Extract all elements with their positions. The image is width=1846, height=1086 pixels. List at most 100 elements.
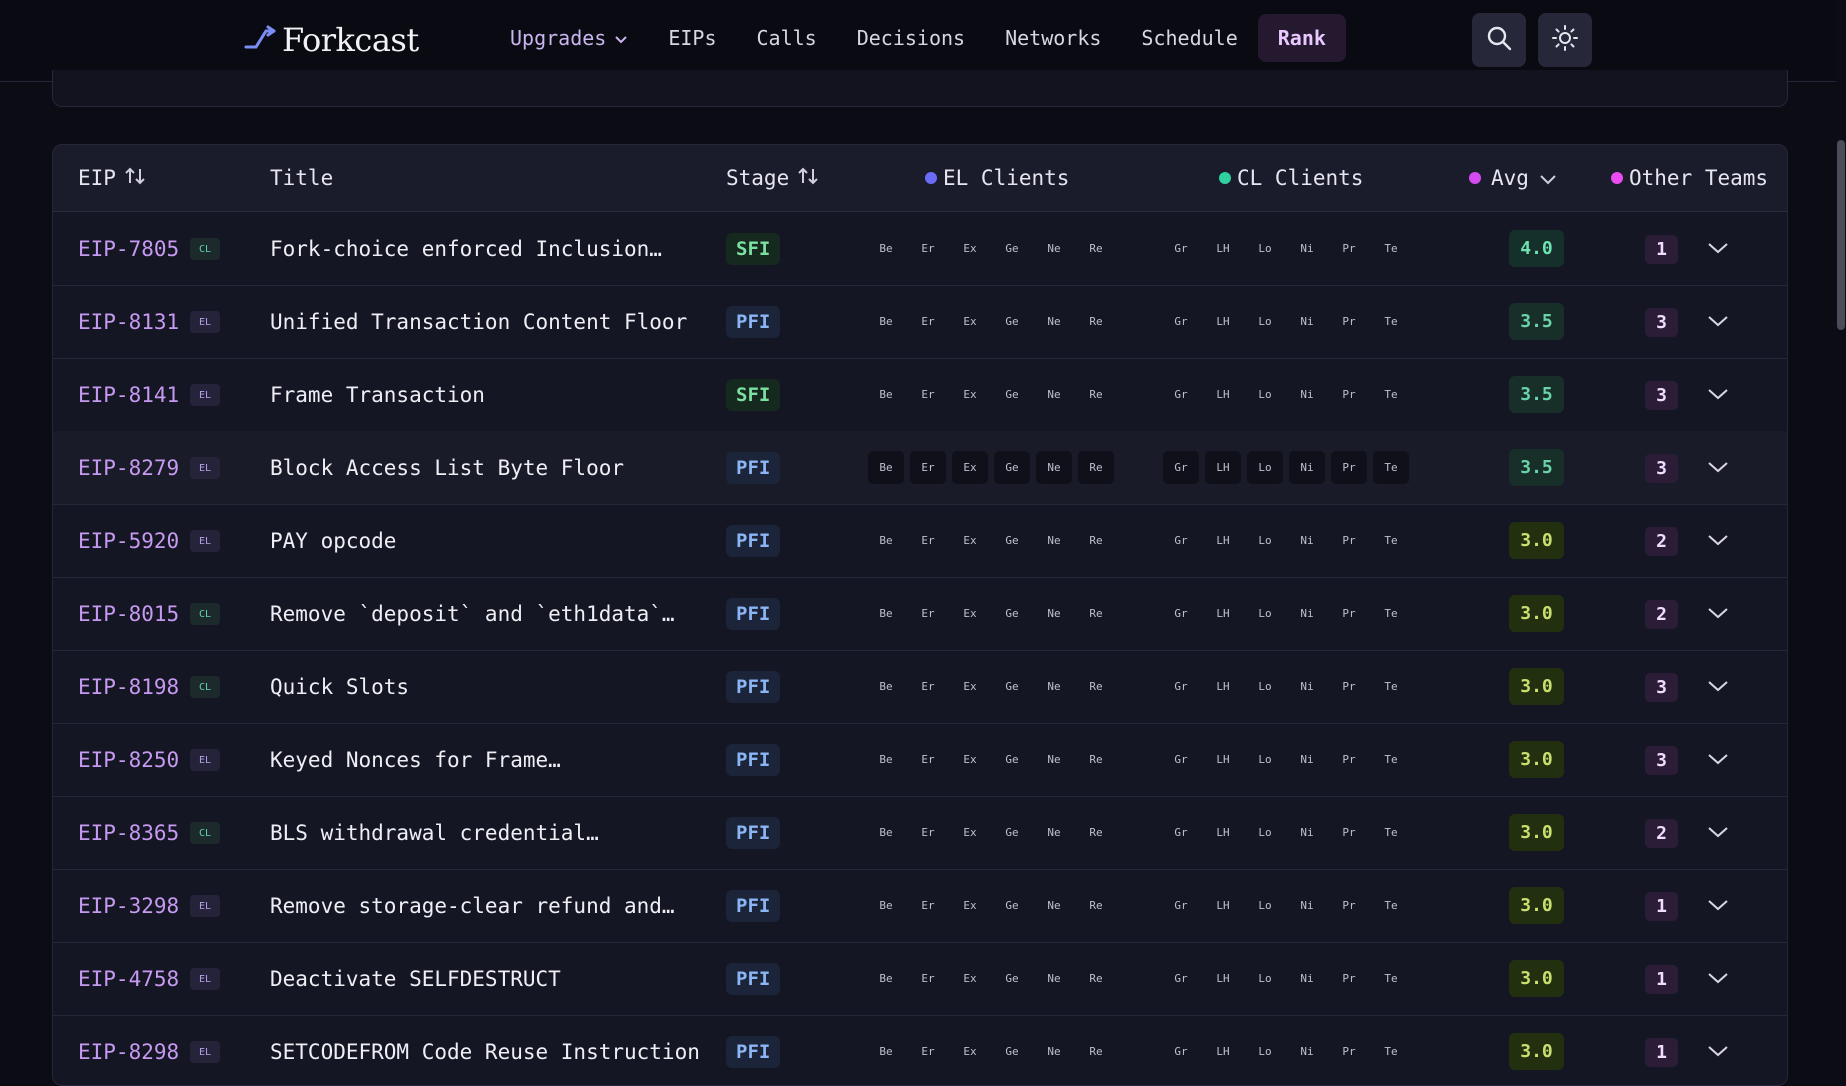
el-client-chip[interactable]: Er — [910, 889, 946, 922]
cl-client-chip[interactable]: Pr — [1331, 670, 1367, 703]
el-client-chip[interactable]: Ge — [994, 378, 1030, 411]
el-client-chip[interactable]: Ex — [952, 743, 988, 776]
el-client-chip[interactable]: Er — [910, 305, 946, 338]
eip-link[interactable]: EIP-8141 — [78, 358, 179, 431]
table-row[interactable]: EIP-7805 CL Fork-choice enforced Inclusion… — [53, 212, 1787, 286]
cl-client-chip[interactable]: Gr — [1163, 232, 1199, 265]
eip-link[interactable]: EIP-8015 — [78, 577, 179, 650]
el-client-chip[interactable]: Re — [1078, 743, 1114, 776]
table-row[interactable]: EIP-8298 EL SETCODEFROM Code Reuse Instruc… — [53, 1015, 1787, 1085]
cl-client-chip[interactable]: Ni — [1289, 889, 1325, 922]
el-client-chip[interactable]: Re — [1078, 378, 1114, 411]
cl-client-chip[interactable]: Ni — [1289, 232, 1325, 265]
el-client-chip[interactable]: Ne — [1036, 597, 1072, 630]
cl-client-chip[interactable]: Ni — [1289, 597, 1325, 630]
cl-client-chip[interactable]: Te — [1373, 889, 1409, 922]
el-client-chip[interactable]: Er — [910, 670, 946, 703]
cl-client-chip[interactable]: Pr — [1331, 889, 1367, 922]
cl-client-chip[interactable]: Te — [1373, 378, 1409, 411]
expand-row-button[interactable] — [1701, 305, 1735, 339]
cl-client-chip[interactable]: Te — [1373, 1035, 1409, 1068]
cl-client-chip[interactable]: Lo — [1247, 670, 1283, 703]
el-client-chip[interactable]: Ge — [994, 305, 1030, 338]
cl-client-chip[interactable]: Lo — [1247, 597, 1283, 630]
table-row[interactable]: EIP-8279 EL Block Access List Byte Floor PF… — [53, 431, 1787, 505]
el-client-chip[interactable]: Ne — [1036, 305, 1072, 338]
cl-client-chip[interactable]: Te — [1373, 305, 1409, 338]
el-client-chip[interactable]: Ex — [952, 597, 988, 630]
eip-link[interactable]: EIP-4758 — [78, 942, 179, 1015]
el-client-chip[interactable]: Ex — [952, 816, 988, 849]
el-client-chip[interactable]: Ex — [952, 232, 988, 265]
el-client-chip[interactable]: Be — [868, 451, 904, 484]
cl-client-chip[interactable]: Pr — [1331, 232, 1367, 265]
expand-row-button[interactable] — [1701, 889, 1735, 923]
cl-client-chip[interactable]: Gr — [1163, 451, 1199, 484]
cl-client-chip[interactable]: Gr — [1163, 524, 1199, 557]
el-client-chip[interactable]: Er — [910, 524, 946, 557]
el-client-chip[interactable]: Ge — [994, 962, 1030, 995]
el-client-chip[interactable]: Ex — [952, 889, 988, 922]
table-row[interactable]: EIP-8250 EL Keyed Nonces for Frame… PFI Be Er… — [53, 723, 1787, 797]
table-row[interactable]: EIP-8141 EL Frame Transaction SFI Be Er Ex Ge Ne… — [53, 358, 1787, 432]
el-client-chip[interactable]: Be — [868, 1035, 904, 1068]
cl-client-chip[interactable]: LH — [1205, 889, 1241, 922]
el-client-chip[interactable]: Ge — [994, 670, 1030, 703]
expand-row-button[interactable] — [1701, 962, 1735, 996]
nav-eips[interactable]: EIPs — [648, 14, 736, 62]
cl-client-chip[interactable]: Lo — [1247, 524, 1283, 557]
el-client-chip[interactable]: Ex — [952, 962, 988, 995]
el-client-chip[interactable]: Be — [868, 524, 904, 557]
scrollbar-thumb[interactable] — [1837, 140, 1845, 330]
eip-link[interactable]: EIP-8298 — [78, 1015, 179, 1085]
cl-client-chip[interactable]: Gr — [1163, 305, 1199, 338]
el-client-chip[interactable]: Be — [868, 378, 904, 411]
cl-client-chip[interactable]: Lo — [1247, 232, 1283, 265]
cl-client-chip[interactable]: Ni — [1289, 524, 1325, 557]
forkcast-logo[interactable]: Forkcast — [244, 18, 419, 62]
el-client-chip[interactable]: Ne — [1036, 378, 1072, 411]
cl-client-chip[interactable]: Te — [1373, 743, 1409, 776]
cl-client-chip[interactable]: Te — [1373, 597, 1409, 630]
cl-client-chip[interactable]: Gr — [1163, 889, 1199, 922]
expand-row-button[interactable] — [1701, 451, 1735, 485]
el-client-chip[interactable]: Be — [868, 889, 904, 922]
el-client-chip[interactable]: Be — [868, 597, 904, 630]
el-client-chip[interactable]: Be — [868, 962, 904, 995]
el-client-chip[interactable]: Er — [910, 743, 946, 776]
cl-client-chip[interactable]: Lo — [1247, 1035, 1283, 1068]
cl-client-chip[interactable]: Gr — [1163, 597, 1199, 630]
cl-client-chip[interactable]: Ni — [1289, 962, 1325, 995]
el-client-chip[interactable]: Er — [910, 232, 946, 265]
cl-client-chip[interactable]: LH — [1205, 597, 1241, 630]
cl-client-chip[interactable]: Ni — [1289, 305, 1325, 338]
cl-client-chip[interactable]: Ni — [1289, 1035, 1325, 1068]
el-client-chip[interactable]: Er — [910, 597, 946, 630]
el-client-chip[interactable]: Ne — [1036, 1035, 1072, 1068]
expand-row-button[interactable] — [1701, 597, 1735, 631]
el-client-chip[interactable]: Ne — [1036, 743, 1072, 776]
col-stage-header[interactable]: Stage — [726, 145, 819, 211]
el-client-chip[interactable]: Ex — [952, 524, 988, 557]
table-row[interactable]: EIP-8015 CL Remove `deposit` and `eth1data… — [53, 577, 1787, 651]
cl-client-chip[interactable]: Ni — [1289, 451, 1325, 484]
cl-client-chip[interactable]: LH — [1205, 962, 1241, 995]
el-client-chip[interactable]: Ge — [994, 1035, 1030, 1068]
el-client-chip[interactable]: Ne — [1036, 889, 1072, 922]
eip-link[interactable]: EIP-8365 — [78, 796, 179, 869]
nav-decisions[interactable]: Decisions — [837, 14, 985, 62]
el-client-chip[interactable]: Ne — [1036, 670, 1072, 703]
cl-client-chip[interactable]: Pr — [1331, 524, 1367, 557]
cl-client-chip[interactable]: LH — [1205, 1035, 1241, 1068]
cl-client-chip[interactable]: Te — [1373, 524, 1409, 557]
cl-client-chip[interactable]: Lo — [1247, 305, 1283, 338]
el-client-chip[interactable]: Ge — [994, 889, 1030, 922]
nav-networks[interactable]: Networks — [985, 14, 1121, 62]
el-client-chip[interactable]: Re — [1078, 451, 1114, 484]
cl-client-chip[interactable]: Ni — [1289, 378, 1325, 411]
cl-client-chip[interactable]: Te — [1373, 816, 1409, 849]
cl-client-chip[interactable]: Pr — [1331, 451, 1367, 484]
nav-calls[interactable]: Calls — [737, 14, 837, 62]
el-client-chip[interactable]: Er — [910, 378, 946, 411]
col-eip-header[interactable]: EIP — [78, 145, 146, 211]
